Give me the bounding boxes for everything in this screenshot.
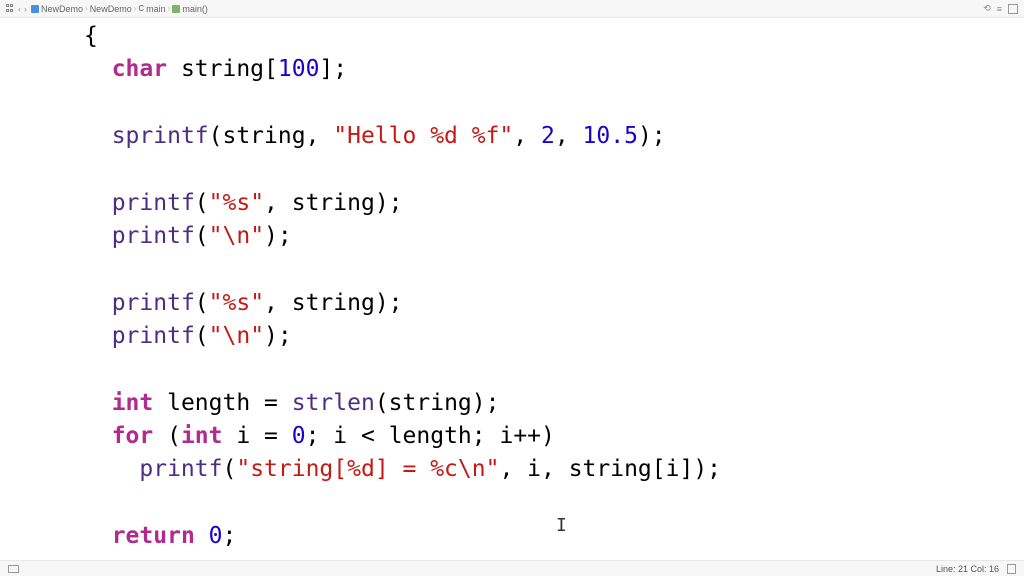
code-text: , — [555, 123, 583, 149]
breadcrumb-separator-icon: › — [134, 4, 137, 13]
string-literal: "Hello %d %f" — [333, 123, 513, 149]
keyword: char — [112, 56, 167, 82]
code-text: ( — [195, 323, 209, 349]
panel-toggle-icon[interactable] — [1008, 4, 1018, 14]
bottom-right: Line: 21 Col: 16 — [936, 564, 1016, 574]
breadcrumb-item-folder[interactable]: NewDemo — [90, 4, 132, 14]
cursor-position: Line: 21 Col: 16 — [936, 564, 999, 574]
text-cursor-icon: I — [556, 513, 557, 533]
code-text: (string); — [375, 390, 500, 416]
code-text: ); — [264, 323, 292, 349]
code-line: { — [84, 23, 98, 49]
string-literal: "string[%d] = %c\n" — [236, 456, 499, 482]
editor-gutter — [0, 18, 26, 560]
number: 2 — [541, 123, 555, 149]
breadcrumb-label: NewDemo — [90, 4, 132, 14]
code-text: (string, — [209, 123, 334, 149]
code-text: string[ — [167, 56, 278, 82]
string-literal: "\n" — [209, 323, 264, 349]
nav-back-icon[interactable]: ‹ — [18, 4, 21, 14]
function-call: sprintf — [112, 123, 209, 149]
code-area[interactable]: { char string[100]; sprintf(string, "Hel… — [26, 18, 1024, 560]
list-icon[interactable]: ≡ — [997, 4, 1002, 14]
refresh-icon[interactable]: ⟲ — [983, 3, 991, 14]
code-text: ]; — [319, 56, 347, 82]
code-text: ); — [264, 223, 292, 249]
top-right-icons: ⟲ ≡ — [983, 3, 1018, 14]
c-file-icon: C — [138, 4, 144, 13]
nav-forward-icon[interactable]: › — [24, 4, 27, 14]
top-bar: ‹ › NewDemo › NewDemo › C main › main() … — [0, 0, 1024, 18]
layout-grid-icon[interactable] — [6, 4, 15, 13]
function-call: printf — [139, 456, 222, 482]
breadcrumb-separator-icon: › — [85, 4, 88, 13]
code-text: ); — [638, 123, 666, 149]
keyword: int — [112, 390, 154, 416]
bottom-bar: Line: 21 Col: 16 — [0, 560, 1024, 576]
page-icon[interactable] — [1007, 564, 1016, 574]
function-call: printf — [112, 190, 195, 216]
string-literal: "\n" — [209, 223, 264, 249]
editor: { char string[100]; sprintf(string, "Hel… — [0, 18, 1024, 560]
breadcrumb-item-project[interactable]: NewDemo — [31, 4, 83, 14]
breadcrumb: NewDemo › NewDemo › C main › main() — [31, 4, 979, 14]
breadcrumb-label: NewDemo — [41, 4, 83, 14]
code-text: length = — [153, 390, 291, 416]
breadcrumb-label: main() — [182, 4, 208, 14]
breadcrumb-item-file[interactable]: C main — [138, 4, 165, 14]
number: 100 — [278, 56, 320, 82]
breadcrumb-label: main — [146, 4, 166, 14]
function-call: printf — [112, 323, 195, 349]
keyword: for — [112, 423, 154, 449]
bottom-left — [8, 565, 19, 573]
function-call: strlen — [292, 390, 375, 416]
code-text: , i, string[i]); — [499, 456, 721, 482]
keyword: int — [181, 423, 223, 449]
code-text — [195, 523, 209, 549]
breadcrumb-item-function[interactable]: main() — [172, 4, 208, 14]
number: 0 — [292, 423, 306, 449]
code-text: i = — [223, 423, 292, 449]
string-literal: "%s" — [209, 190, 264, 216]
breadcrumb-separator-icon: › — [168, 4, 171, 13]
code-text: , — [513, 123, 541, 149]
code-text: , string); — [264, 190, 402, 216]
code-text: ( — [222, 456, 236, 482]
string-literal: "%s" — [209, 290, 264, 316]
code-text: ( — [195, 190, 209, 216]
code-text: ; — [223, 523, 237, 549]
panel-icon[interactable] — [8, 565, 19, 573]
code-text: ( — [195, 223, 209, 249]
code-text: ; i < length; i++) — [306, 423, 555, 449]
project-icon — [31, 5, 39, 13]
number: 10.5 — [583, 123, 638, 149]
nav-icons: ‹ › — [6, 4, 27, 14]
number: 0 — [209, 523, 223, 549]
function-icon — [172, 5, 180, 13]
code-text: , string); — [264, 290, 402, 316]
keyword: return — [112, 523, 195, 549]
function-call: printf — [112, 290, 195, 316]
code-text: ( — [153, 423, 181, 449]
function-call: printf — [112, 223, 195, 249]
code-text: ( — [195, 290, 209, 316]
